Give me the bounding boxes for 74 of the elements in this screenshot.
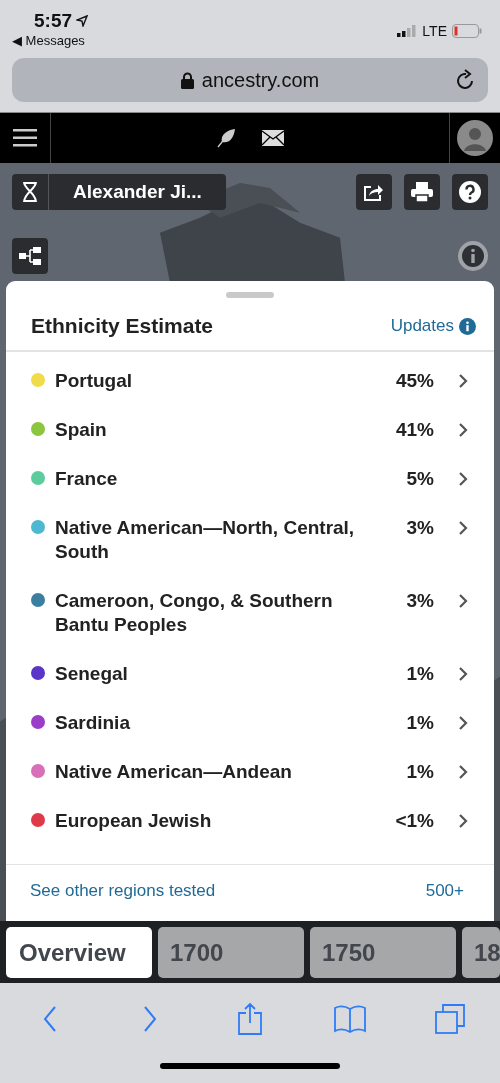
- card-title: Ethnicity Estimate: [31, 314, 214, 338]
- timeline-tab[interactable]: 1700: [158, 927, 304, 978]
- drag-handle[interactable]: [226, 292, 274, 298]
- person-selector-button[interactable]: Alexander Ji...: [12, 174, 226, 210]
- region-percentage: 1%: [406, 661, 434, 686]
- region-row[interactable]: Native American—North, Central, South 3%: [6, 503, 494, 576]
- timeline-tab[interactable]: 1750: [310, 927, 456, 978]
- signal-icon: [397, 25, 418, 37]
- info-icon: [459, 317, 476, 335]
- timeline-tab[interactable]: Overview: [6, 927, 152, 978]
- chevron-right-icon: [143, 1006, 157, 1032]
- printer-icon: [411, 182, 433, 202]
- avatar-icon[interactable]: [457, 120, 493, 156]
- region-row[interactable]: Sardinia 1%: [6, 698, 494, 747]
- region-percentage: <1%: [395, 808, 434, 833]
- lock-icon: [180, 71, 194, 89]
- timeline-tab[interactable]: 18: [462, 927, 500, 978]
- share-icon: [238, 1003, 262, 1035]
- chevron-right-icon: [458, 372, 468, 389]
- region-row[interactable]: European Jewish <1%: [6, 796, 494, 845]
- region-name: Spain: [55, 417, 108, 442]
- chevron-right-icon: [458, 812, 468, 829]
- region-row[interactable]: France 5%: [6, 454, 494, 503]
- clock-time: 5:57: [34, 10, 73, 32]
- region-name: Cameroon, Congo, & Southern Bantu Peoples: [55, 588, 334, 637]
- region-percentage: 1%: [406, 710, 434, 735]
- region-row[interactable]: Spain 41%: [6, 405, 494, 454]
- updates-link[interactable]: Updates: [390, 316, 476, 336]
- envelope-icon[interactable]: [262, 130, 284, 146]
- share-button[interactable]: [356, 174, 392, 210]
- region-name: European Jewish: [55, 808, 213, 833]
- region-name: Portugal: [55, 368, 134, 393]
- region-name: Native American—Andean: [55, 759, 293, 784]
- info-icon[interactable]: [458, 241, 488, 271]
- region-row[interactable]: Portugal 45%: [6, 356, 494, 405]
- book-icon: [334, 1005, 366, 1033]
- tree-view-button[interactable]: [12, 238, 48, 274]
- chevron-right-icon: [458, 519, 468, 536]
- region-name: Native American—North, Central, South: [55, 515, 356, 564]
- region-percentage: 3%: [406, 515, 434, 540]
- region-percentage: 41%: [395, 417, 434, 442]
- chevron-right-icon: [458, 470, 468, 487]
- region-percentage: 3%: [406, 588, 434, 613]
- reload-icon[interactable]: [456, 69, 476, 91]
- region-row[interactable]: Senegal 1%: [6, 649, 494, 698]
- leaf-icon[interactable]: [216, 128, 236, 148]
- chevron-right-icon: [458, 421, 468, 438]
- region-percentage: 45%: [395, 368, 434, 393]
- tree-diagram-icon: [19, 247, 41, 265]
- network-type: LTE: [422, 23, 447, 39]
- print-button[interactable]: [404, 174, 440, 210]
- menu-icon[interactable]: [13, 129, 37, 147]
- chevron-right-icon: [458, 763, 468, 780]
- back-to-app-link[interactable]: ◀ Messages: [12, 33, 89, 48]
- region-row[interactable]: Cameroon, Congo, & Southern Bantu Peoples 3%: [6, 576, 494, 649]
- regions-count: 500+: [425, 881, 464, 901]
- other-regions-link[interactable]: See other regions tested: [30, 881, 216, 901]
- region-percentage: 1%: [406, 759, 434, 784]
- region-percentage: 5%: [406, 466, 434, 491]
- location-arrow-icon: [76, 15, 89, 27]
- chevron-right-icon: [458, 592, 468, 609]
- region-name: Sardinia: [55, 710, 131, 735]
- chevron-left-icon: [43, 1006, 57, 1032]
- battery-icon: [452, 24, 482, 38]
- chevron-right-icon: [458, 714, 468, 731]
- region-name: Senegal: [55, 661, 129, 686]
- help-icon: [459, 181, 481, 203]
- tabs-icon: [435, 1004, 465, 1034]
- help-button[interactable]: [452, 174, 488, 210]
- region-row[interactable]: Native American—Andean 1%: [6, 747, 494, 796]
- region-name: France: [55, 466, 119, 491]
- chevron-right-icon: [458, 665, 468, 682]
- address-bar[interactable]: ancestry.com: [12, 58, 488, 102]
- share-icon: [364, 183, 384, 201]
